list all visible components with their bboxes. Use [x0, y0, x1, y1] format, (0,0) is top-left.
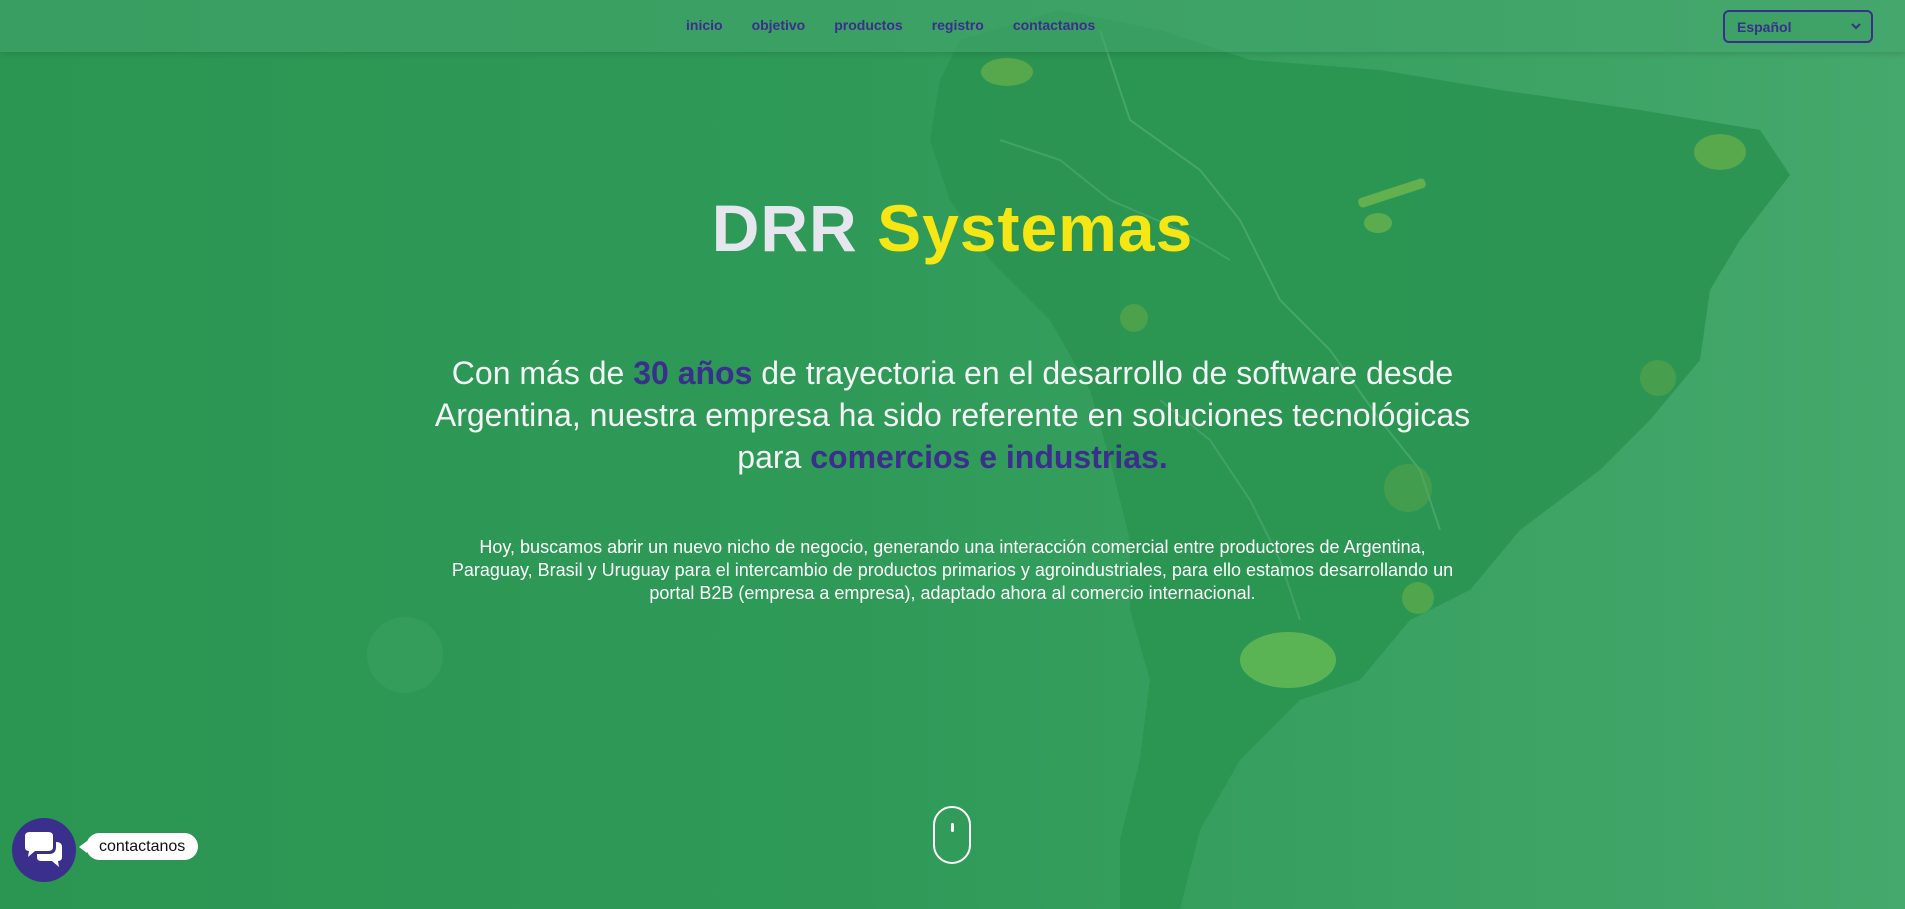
- main-nav: inicio objetivo productos registro conta…: [686, 17, 1124, 33]
- language-select[interactable]: Español: [1723, 10, 1873, 43]
- nav-link-objetivo[interactable]: objetivo: [752, 17, 806, 33]
- lead-highlight-years: 30 años: [633, 355, 753, 391]
- scroll-down-indicator[interactable]: [933, 806, 971, 864]
- hero-description: Hoy, buscamos abrir un nuevo nicho de ne…: [451, 537, 1454, 603]
- chat-bubbles-icon: [25, 832, 62, 867]
- nav-link-registro[interactable]: registro: [932, 17, 984, 33]
- lead-text-part1: Con más de: [451, 355, 634, 391]
- lead-highlight-industries: comercios e industrias.: [810, 439, 1168, 475]
- nav-link-productos[interactable]: productos: [834, 17, 902, 33]
- chat-label[interactable]: contactanos: [78, 833, 199, 860]
- hero-lead-text: Con más de 30 años de trayectoria en el …: [430, 352, 1475, 478]
- title-systemas: Systemas: [877, 191, 1194, 265]
- language-select-value: Español: [1737, 18, 1792, 35]
- chat-button[interactable]: [12, 818, 76, 882]
- mouse-wheel-icon: [951, 823, 954, 832]
- nav-link-contactanos[interactable]: contactanos: [1013, 17, 1095, 33]
- title-drr: DRR: [711, 191, 858, 265]
- nav-link-inicio[interactable]: inicio: [686, 17, 723, 33]
- top-navigation-bar: inicio objetivo productos registro conta…: [0, 0, 1905, 52]
- page-title: DRR Systemas: [0, 188, 1905, 268]
- chevron-down-icon: [1851, 23, 1861, 30]
